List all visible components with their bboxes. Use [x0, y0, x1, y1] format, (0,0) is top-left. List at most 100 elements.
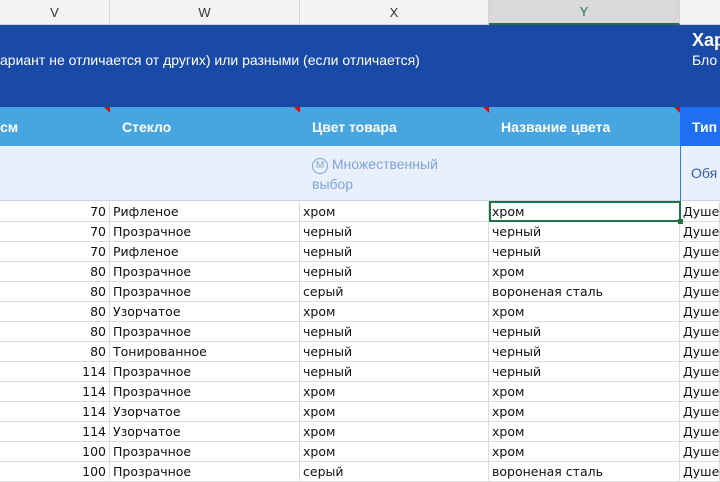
table-row: 114 Прозрачное черный черный Душе	[0, 362, 720, 382]
color-name-cell[interactable]: хром	[489, 382, 680, 402]
size-cell[interactable]: 80	[0, 302, 110, 322]
table-row: 100 Прозрачное серый вороненая сталь Душе	[0, 462, 720, 482]
required-label: Обя	[691, 165, 718, 181]
color-name-cell[interactable]: вороненая сталь	[489, 282, 680, 302]
glass-cell[interactable]: Рифленое	[110, 242, 300, 262]
type-cell[interactable]: Душе	[680, 462, 720, 482]
color-name-cell[interactable]: хром	[489, 442, 680, 462]
subheader-row: М Множественный выбор Обя	[0, 146, 720, 201]
table-row: 114 Прозрачное хром хром Душе	[0, 382, 720, 402]
header-product-color[interactable]: Цвет товара	[300, 107, 489, 146]
type-cell[interactable]: Душе	[680, 242, 720, 262]
color-name-cell[interactable]: хром	[489, 422, 680, 442]
size-cell[interactable]: 114	[0, 402, 110, 422]
glass-cell[interactable]: Прозрачное	[110, 222, 300, 242]
table-row: 114 Узорчатое хром хром Душе	[0, 422, 720, 442]
type-cell[interactable]: Душе	[680, 262, 720, 282]
product-color-cell[interactable]: черный	[300, 322, 489, 342]
table-row: 114 Узорчатое хром хром Душе	[0, 402, 720, 422]
type-cell[interactable]: Душе	[680, 342, 720, 362]
size-cell[interactable]: 70	[0, 222, 110, 242]
product-color-cell[interactable]: хром	[300, 422, 489, 442]
size-cell[interactable]: 114	[0, 422, 110, 442]
glass-cell[interactable]: Прозрачное	[110, 462, 300, 482]
glass-cell[interactable]: Узорчатое	[110, 302, 300, 322]
type-cell[interactable]: Душе	[680, 382, 720, 402]
glass-cell[interactable]: Прозрачное	[110, 442, 300, 462]
type-cell[interactable]: Душе	[680, 202, 720, 222]
table-row: 80 Прозрачное черный черный Душе	[0, 322, 720, 342]
header-product-color-label: Цвет товара	[312, 118, 397, 135]
header-size[interactable]: см	[0, 107, 110, 146]
product-color-cell[interactable]: черный	[300, 222, 489, 242]
glass-cell[interactable]: Узорчатое	[110, 422, 300, 442]
type-cell[interactable]: Душе	[680, 302, 720, 322]
banner-right-title: Хар	[692, 30, 720, 50]
glass-cell[interactable]: Прозрачное	[110, 362, 300, 382]
color-name-cell[interactable]: вороненая сталь	[489, 462, 680, 482]
type-cell[interactable]: Душе	[680, 322, 720, 342]
product-color-cell[interactable]: черный	[300, 242, 489, 262]
glass-cell[interactable]: Прозрачное	[110, 262, 300, 282]
product-color-cell[interactable]: черный	[300, 262, 489, 282]
banner-right-subtitle: Бло	[692, 52, 718, 68]
glass-cell[interactable]: Рифленое	[110, 202, 300, 222]
type-cell[interactable]: Душе	[680, 222, 720, 242]
header-glass[interactable]: Стекло	[110, 107, 300, 146]
glass-cell[interactable]: Прозрачное	[110, 382, 300, 402]
size-cell[interactable]: 70	[0, 242, 110, 262]
product-color-cell[interactable]: черный	[300, 342, 489, 362]
color-name-cell[interactable]: черный	[489, 222, 680, 242]
product-color-cell[interactable]: хром	[300, 442, 489, 462]
glass-cell[interactable]: Тонированное	[110, 342, 300, 362]
size-cell[interactable]: 80	[0, 282, 110, 302]
table-row: 100 Прозрачное хром хром Душе	[0, 442, 720, 462]
color-name-cell[interactable]: черный	[489, 342, 680, 362]
column-header-w[interactable]: W	[110, 0, 300, 25]
column-header-x[interactable]: X	[300, 0, 489, 25]
table-row: 70 Прозрачное черный черный Душе	[0, 222, 720, 242]
type-cell[interactable]: Душе	[680, 282, 720, 302]
size-cell[interactable]: 100	[0, 442, 110, 462]
size-cell[interactable]: 114	[0, 362, 110, 382]
column-header-z[interactable]	[680, 0, 720, 25]
product-color-cell[interactable]: хром	[300, 202, 489, 222]
size-cell[interactable]: 80	[0, 342, 110, 362]
glass-cell[interactable]: Прозрачное	[110, 282, 300, 302]
header-type[interactable]: Тип	[680, 107, 720, 146]
product-color-cell[interactable]: хром	[300, 402, 489, 422]
color-name-cell[interactable]: хром	[489, 262, 680, 282]
size-cell[interactable]: 114	[0, 382, 110, 402]
product-color-cell[interactable]: хром	[300, 382, 489, 402]
type-cell[interactable]: Душе	[680, 362, 720, 382]
table-row: 80 Прозрачное серый вороненая сталь Душе	[0, 282, 720, 302]
product-color-cell[interactable]: серый	[300, 282, 489, 302]
header-type-label: Тип	[692, 118, 718, 135]
glass-cell[interactable]: Прозрачное	[110, 322, 300, 342]
type-cell[interactable]: Душе	[680, 422, 720, 442]
color-name-cell[interactable]: черный	[489, 242, 680, 262]
table-row: 70 Рифленое хром хром Душе	[0, 202, 720, 222]
size-cell[interactable]: 100	[0, 462, 110, 482]
color-name-cell[interactable]: черный	[489, 362, 680, 382]
color-name-cell[interactable]: черный	[489, 322, 680, 342]
table-row: 80 Тонированное черный черный Душе	[0, 342, 720, 362]
color-name-cell[interactable]: хром	[489, 302, 680, 322]
type-cell[interactable]: Душе	[680, 402, 720, 422]
size-cell[interactable]: 80	[0, 262, 110, 282]
color-name-cell[interactable]: хром	[489, 202, 680, 222]
column-header-v[interactable]: V	[0, 0, 110, 25]
column-header-y[interactable]: Y	[489, 0, 680, 25]
header-color-name[interactable]: Название цвета	[489, 107, 680, 146]
product-color-cell[interactable]: серый	[300, 462, 489, 482]
multi-select-hint: М Множественный выбор	[312, 154, 472, 194]
size-cell[interactable]: 70	[0, 202, 110, 222]
color-name-cell[interactable]: хром	[489, 402, 680, 422]
type-cell[interactable]: Душе	[680, 442, 720, 462]
glass-cell[interactable]: Узорчатое	[110, 402, 300, 422]
product-color-cell[interactable]: черный	[300, 362, 489, 382]
size-cell[interactable]: 80	[0, 322, 110, 342]
product-color-cell[interactable]: хром	[300, 302, 489, 322]
header-glass-label: Стекло	[122, 118, 172, 135]
multi-select-icon: М	[312, 158, 328, 174]
